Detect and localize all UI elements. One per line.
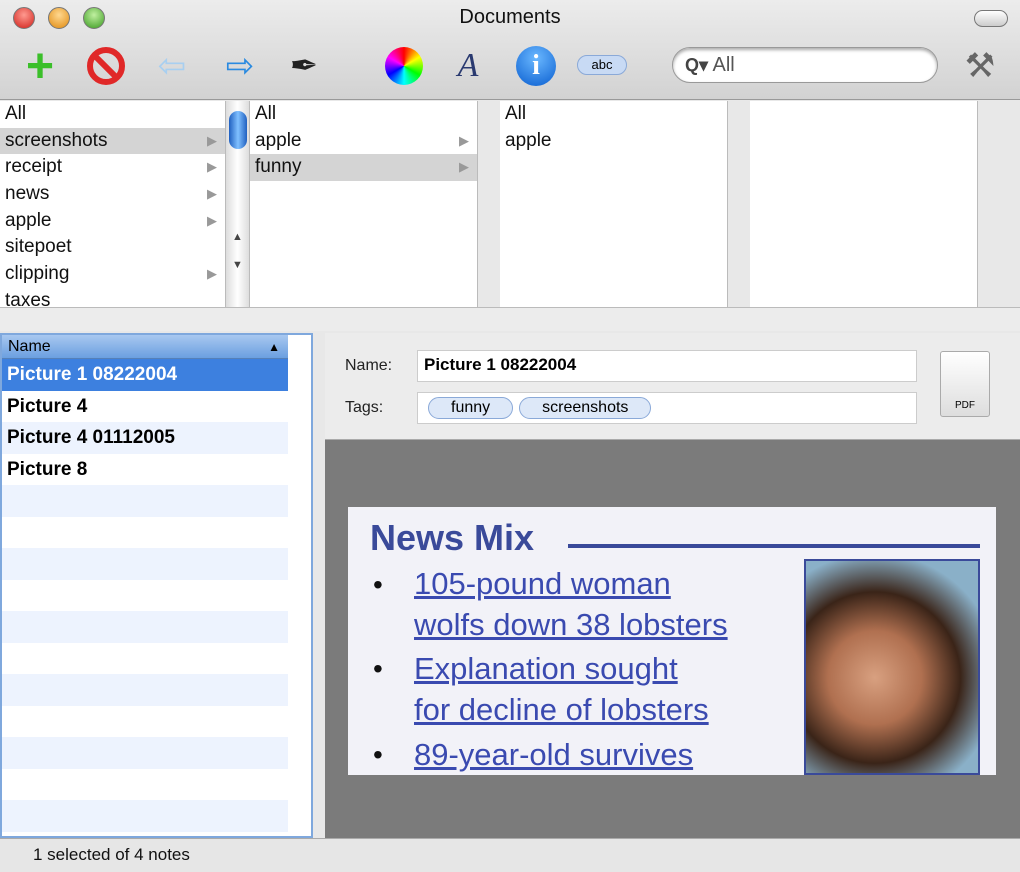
- delete-icon[interactable]: [84, 44, 128, 88]
- browser-item[interactable]: receipt ▶: [0, 154, 225, 181]
- color-wheel-icon[interactable]: [382, 44, 426, 88]
- info-panel: Name: Picture 1 08222004 Tags: funny scre…: [325, 333, 1020, 440]
- window-title: Documents: [459, 6, 561, 28]
- disclosure-arrow-icon: ▶: [207, 159, 217, 175]
- splitter[interactable]: [0, 307, 1020, 331]
- title-toolbar: Documents + ⇦ ⇨ ✒ A i abc Q▾ All ⚒: [0, 0, 1020, 100]
- browser-item[interactable]: All: [250, 101, 477, 128]
- news-link[interactable]: Explanation sought: [414, 648, 678, 689]
- disclosure-arrow-icon: ▶: [207, 266, 217, 282]
- name-field[interactable]: Picture 1 08222004: [417, 350, 917, 382]
- empty-row: [2, 706, 288, 738]
- browser-item[interactable]: news ▶: [0, 181, 225, 208]
- disclosure-arrow-icon: ▶: [207, 132, 217, 148]
- tools-icon[interactable]: ⚒: [958, 44, 1002, 88]
- empty-row: [2, 611, 288, 643]
- table-row[interactable]: Picture 4 01112005: [2, 422, 288, 454]
- browser-item[interactable]: All: [0, 101, 225, 128]
- tag-token[interactable]: funny: [428, 397, 514, 419]
- browser-item[interactable]: All: [500, 101, 727, 128]
- browser-column-1: All screenshots ▶ receipt ▶ news ▶ apple ▶ sitepo…: [0, 101, 226, 307]
- empty-row: [2, 517, 288, 549]
- empty-row: [2, 737, 288, 769]
- table-row[interactable]: Picture 4: [2, 391, 288, 423]
- empty-row: [2, 800, 288, 832]
- news-link[interactable]: 89-year-old survives: [414, 734, 693, 775]
- browser-column-3: All apple: [500, 101, 728, 307]
- empty-row: [2, 580, 288, 612]
- notes-list: Name ▲ Picture 1 08222004 Picture 4 Picture…: [0, 333, 313, 838]
- tags-label: Tags:: [345, 399, 384, 416]
- browser-item[interactable]: screenshots ▶: [0, 127, 225, 155]
- scroll-down-arrow[interactable]: ▼: [232, 259, 243, 271]
- scroll-thumb[interactable]: [229, 111, 247, 149]
- toolbar-toggle-button[interactable]: [974, 10, 1008, 27]
- info-icon[interactable]: i: [514, 44, 558, 88]
- search-icon[interactable]: Q▾: [685, 55, 708, 75]
- table-row[interactable]: Picture 8: [2, 454, 288, 486]
- search-value: All: [712, 54, 735, 76]
- forward-arrow-icon[interactable]: ⇨: [218, 44, 262, 88]
- status-bar: 1 selected of 4 notes: [0, 838, 1020, 872]
- browser-item[interactable]: apple: [500, 128, 727, 155]
- pdf-preview: News Mix • • • 105-pound woman wolfs down …: [348, 507, 996, 775]
- news-link[interactable]: for decline of lobsters: [414, 689, 709, 730]
- empty-row: [2, 548, 288, 580]
- back-arrow-icon[interactable]: ⇦: [150, 44, 194, 88]
- preview-heading: News Mix: [370, 517, 535, 558]
- pdf-file-icon[interactable]: PDF: [940, 351, 990, 417]
- browser-item[interactable]: funny ▶: [250, 154, 477, 182]
- tags-field[interactable]: funny screenshots: [417, 392, 917, 424]
- browser-column-2: All apple ▶ funny ▶: [250, 101, 478, 307]
- disclosure-arrow-icon: ▶: [459, 132, 469, 148]
- disclosure-arrow-icon: ▶: [459, 159, 469, 175]
- disclosure-arrow-icon: ▶: [207, 212, 217, 228]
- news-link[interactable]: wolfs down 38 lobsters: [414, 604, 728, 645]
- empty-row: [2, 674, 288, 706]
- disclosure-arrow-icon: ▶: [207, 186, 217, 202]
- scroll-up-arrow[interactable]: ▲: [232, 231, 243, 243]
- browser-item[interactable]: taxes: [0, 288, 225, 307]
- spelling-button[interactable]: abc: [577, 55, 627, 75]
- empty-row: [2, 769, 288, 801]
- empty-row: [2, 485, 288, 517]
- browser-item[interactable]: sitepoet: [0, 234, 225, 261]
- news-link[interactable]: 105-pound woman: [414, 563, 671, 604]
- search-input[interactable]: Q▾ All: [672, 47, 938, 83]
- browser-item[interactable]: apple ▶: [0, 208, 225, 235]
- name-label: Name:: [345, 357, 393, 374]
- add-icon[interactable]: +: [18, 40, 62, 93]
- empty-row: [2, 643, 288, 675]
- tag-token[interactable]: screenshots: [519, 397, 652, 419]
- browser-item[interactable]: clipping ▶: [0, 261, 225, 288]
- browser-item[interactable]: apple ▶: [250, 128, 477, 155]
- pen-icon[interactable]: ✒: [282, 44, 326, 88]
- table-row[interactable]: Picture 1 08222004: [2, 359, 288, 391]
- sort-ascending-icon: ▲: [268, 340, 280, 354]
- font-icon[interactable]: A: [446, 44, 490, 88]
- browser-column-4: [750, 101, 978, 307]
- column-header-name[interactable]: Name ▲: [2, 335, 288, 359]
- browser-scrollbar[interactable]: ▲ ▼: [226, 101, 250, 307]
- note-detail: Name: Picture 1 08222004 Tags: funny scre…: [325, 333, 1020, 838]
- news-photo: [804, 559, 980, 775]
